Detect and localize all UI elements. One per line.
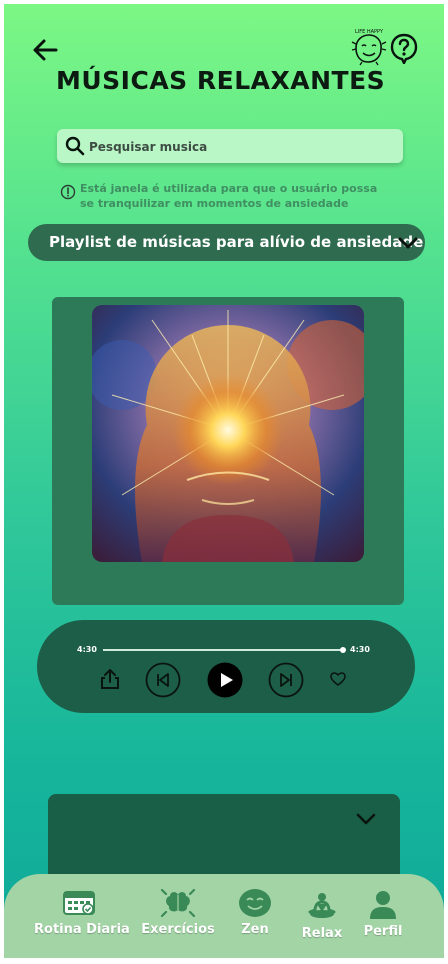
nav-item-exercicios[interactable]: Exercícios — [138, 888, 218, 952]
play-icon[interactable] — [207, 662, 243, 698]
nav-item-relax[interactable]: Relax — [294, 888, 350, 952]
total-time: 4:30 — [350, 645, 370, 654]
search-input[interactable] — [87, 129, 391, 165]
chevron-down-icon[interactable] — [354, 810, 378, 828]
calendar-icon — [63, 891, 95, 915]
info-text: Está janela é utilizada para que o usuár… — [80, 182, 378, 210]
page-title: MÚSICAS RELAXANTES — [56, 66, 386, 95]
bottom-navigation: Rotina Diaria Exercícios Zen Relax Perfi… — [4, 874, 444, 958]
question-circle-icon[interactable] — [389, 32, 419, 64]
person-icon — [370, 891, 396, 919]
smiling-character-icon: LIFE HAPPY — [351, 29, 387, 66]
heart-icon[interactable] — [329, 671, 347, 687]
album-card — [52, 297, 404, 605]
brain-icon — [160, 888, 196, 918]
mascot-caption: LIFE HAPPY — [355, 29, 384, 35]
nav-item-zen[interactable]: Zen — [228, 888, 282, 952]
progress-bar[interactable] — [103, 647, 346, 653]
arrow-left-icon[interactable] — [30, 34, 62, 66]
album-art — [92, 305, 364, 562]
nav-item-rotina-diaria[interactable]: Rotina Diaria — [34, 888, 130, 952]
progress-handle[interactable] — [340, 647, 346, 653]
previous-icon[interactable] — [145, 662, 181, 698]
playlist-label: Playlist de músicas para alívio de ansie… — [49, 233, 424, 251]
screen: LIFE HAPPY MÚSICAS RELAXANTES Está janel… — [4, 4, 444, 958]
smile-face-icon — [239, 889, 271, 917]
music-player: 4:30 4:30 — [37, 620, 415, 713]
meditation-icon — [308, 893, 336, 918]
nav-label-perfil: Perfil — [363, 924, 403, 939]
chevron-down-icon — [398, 237, 418, 249]
share-icon[interactable] — [99, 667, 121, 691]
nav-item-perfil[interactable]: Perfil — [356, 888, 410, 952]
info-circle-icon — [60, 184, 76, 200]
search-bar[interactable] — [57, 129, 403, 165]
nav-label-rotina-diaria: Rotina Diaria — [34, 922, 130, 937]
search-icon — [65, 136, 85, 156]
nav-label-zen: Zen — [241, 922, 269, 937]
current-time: 4:30 — [77, 645, 97, 654]
next-icon[interactable] — [268, 662, 304, 698]
nav-label-relax: Relax — [301, 926, 343, 941]
playlist-dropdown[interactable]: Playlist de músicas para alívio de ansie… — [28, 224, 425, 261]
nav-label-exercicios: Exercícios — [141, 922, 215, 937]
